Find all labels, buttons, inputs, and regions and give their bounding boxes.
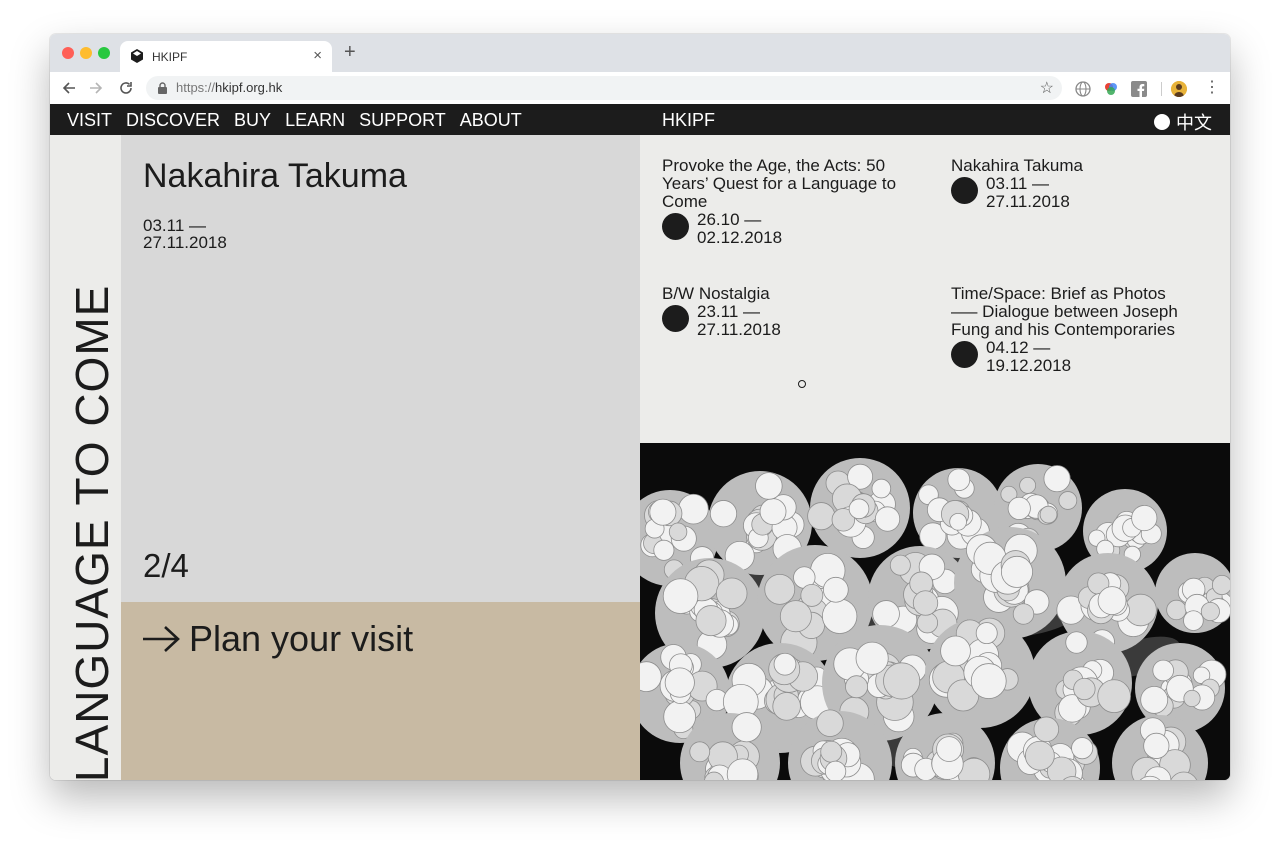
- cauliflower-photo-illustration: [640, 443, 1230, 780]
- nav-item-buy[interactable]: BUY: [234, 110, 271, 131]
- new-tab-button[interactable]: +: [344, 42, 356, 62]
- maximize-window-button[interactable]: [98, 47, 110, 59]
- nav-item-visit[interactable]: VISIT: [67, 110, 112, 131]
- facebook-extension-icon[interactable]: [1131, 81, 1147, 97]
- browser-tab[interactable]: HKIPF ×: [120, 41, 332, 72]
- exhibition-dates: 03.11 — 27.11.2018: [986, 174, 1070, 211]
- nav-item-support[interactable]: SUPPORT: [359, 110, 446, 131]
- nav-item-discover[interactable]: DISCOVER: [126, 110, 220, 131]
- exhibition-list: Provoke the Age, the Acts: 50 Years’ Que…: [640, 135, 1230, 443]
- exhibition-title: Nakahira Takuma: [951, 156, 1083, 175]
- language-switch[interactable]: 中文: [1154, 109, 1212, 135]
- exhibition-dot-icon: [951, 177, 978, 204]
- exhibition-dates: 23.11 — 27.11.2018: [697, 302, 781, 339]
- exhibition-dates: 26.10 — 02.12.2018: [697, 210, 783, 247]
- plan-visit-label: Plan your visit: [189, 618, 414, 659]
- tab-strip: HKIPF × +: [50, 34, 1230, 72]
- toolbar-divider: [1161, 82, 1162, 96]
- tab-close-icon[interactable]: ×: [313, 47, 322, 64]
- minimize-window-button[interactable]: [80, 47, 92, 59]
- more-menu-icon[interactable]: ⋮: [1204, 79, 1220, 97]
- tab-title: HKIPF: [152, 50, 188, 64]
- lock-icon: [158, 82, 167, 94]
- exhibition-title: Provoke the Age, the Acts: 50 Years’ Que…: [662, 156, 897, 211]
- url-text: https://hkipf.org.hk: [176, 80, 283, 95]
- hkipf-favicon-icon: [131, 49, 143, 63]
- bookmark-star-icon[interactable]: ☆: [1040, 78, 1054, 98]
- address-bar[interactable]: https://hkipf.org.hk ☆: [146, 76, 1062, 100]
- profile-avatar-icon[interactable]: [1171, 81, 1187, 97]
- exhibition-dot-icon: [951, 341, 978, 368]
- right-arrow-icon: [143, 626, 180, 652]
- vertical-banner-text: A LANGUAGE TO COME: [66, 284, 118, 780]
- nav-item-about[interactable]: ABOUT: [460, 110, 522, 131]
- exhibition-dot-icon: [662, 213, 689, 240]
- exhibition-card[interactable]: Nakahira Takuma 03.11 — 27.11.2018: [951, 157, 1221, 211]
- site-logo[interactable]: HKIPF: [662, 110, 715, 131]
- language-dot-icon: [1154, 114, 1170, 130]
- back-arrow-icon[interactable]: [59, 78, 79, 98]
- exhibition-title: B/W Nostalgia: [662, 284, 770, 303]
- exhibition-dates: 04.12 — 19.12.2018: [986, 338, 1072, 375]
- close-window-button[interactable]: [62, 47, 74, 59]
- featured-dates: 03.11 — 27.11.2018: [143, 216, 227, 252]
- exhibition-photo: [640, 443, 1230, 780]
- reload-icon[interactable]: [116, 78, 136, 98]
- globe-extension-icon[interactable]: [1075, 81, 1091, 97]
- exhibition-dot-icon: [662, 305, 689, 332]
- exhibition-card[interactable]: Provoke the Age, the Acts: 50 Years’ Que…: [662, 157, 932, 247]
- exhibition-title: Time/Space: Brief as Photos —– Dialogue …: [951, 284, 1178, 339]
- language-label: 中文: [1176, 113, 1212, 133]
- site-navigation: VISIT DISCOVER BUY LEARN SUPPORT ABOUT H…: [50, 104, 1230, 135]
- nav-item-learn[interactable]: LEARN: [285, 110, 345, 131]
- vertical-banner-strip: A LANGUAGE TO COME: [50, 135, 121, 780]
- colorful-extension-icon[interactable]: [1103, 81, 1119, 97]
- nav-menu: VISIT DISCOVER BUY LEARN SUPPORT ABOUT: [67, 110, 522, 131]
- plan-visit-label-row: Plan your visit: [143, 618, 413, 660]
- slide-counter: 2/4: [143, 547, 189, 584]
- exhibition-card[interactable]: B/W Nostalgia 23.11 — 27.11.2018: [662, 285, 932, 339]
- forward-arrow-icon[interactable]: [86, 78, 106, 98]
- featured-exhibition[interactable]: Nakahira Takuma 03.11 — 27.11.2018 2/4: [121, 135, 640, 602]
- featured-title: Nakahira Takuma: [143, 157, 407, 195]
- exhibition-card[interactable]: Time/Space: Brief as Photos —– Dialogue …: [951, 285, 1181, 375]
- mouse-cursor-ring: [798, 380, 806, 388]
- browser-toolbar: https://hkipf.org.hk ☆ ⋮: [50, 72, 1230, 105]
- browser-window: HKIPF × + https://hkipf.org.hk ☆ ⋮ VISIT…: [50, 34, 1230, 780]
- plan-visit-button[interactable]: Plan your visit: [121, 602, 640, 780]
- web-page: VISIT DISCOVER BUY LEARN SUPPORT ABOUT H…: [50, 104, 1230, 780]
